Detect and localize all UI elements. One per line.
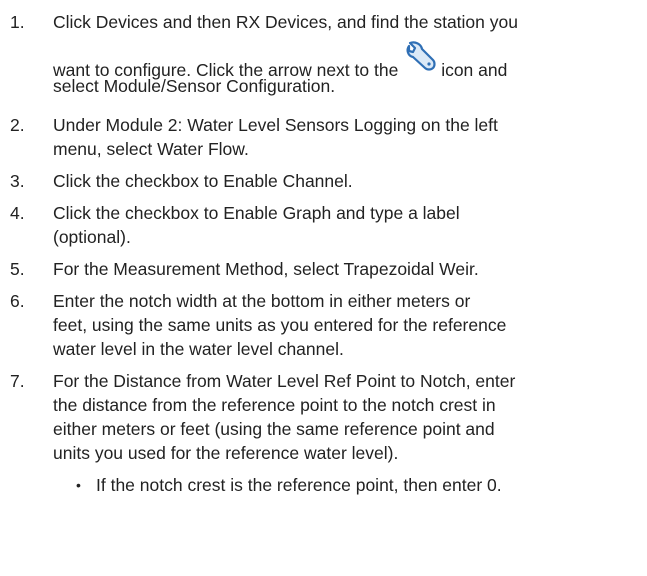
step-number: 4.: [10, 203, 25, 223]
step-text: Click the checkbox to Enable Graph and t…: [53, 201, 638, 249]
step-line-segment: icon and: [441, 60, 508, 80]
step-number: 3.: [10, 171, 25, 191]
step-line: Click the checkbox to Enable Channel.: [53, 171, 353, 191]
step-text: For the Measurement Method, select Trape…: [53, 257, 638, 281]
step-line: feet, using the same units as you entere…: [53, 315, 507, 335]
step-text: Click Devices and then RX Devices, and f…: [53, 10, 638, 98]
step-line: Click the checkbox to Enable Graph and t…: [53, 203, 460, 223]
bullet-dot: •: [76, 477, 81, 493]
step-line: For the Measurement Method, select Trape…: [53, 259, 479, 279]
bullet-text: If the notch crest is the reference poin…: [96, 475, 502, 495]
step-line: the distance from the reference point to…: [53, 395, 496, 415]
step-line: Click Devices and then RX Devices, and f…: [53, 12, 518, 32]
step-text: Click the checkbox to Enable Channel.: [53, 169, 638, 193]
step-line: Enter the notch width at the bottom in e…: [53, 291, 471, 311]
step-text: For the Distance from Water Level Ref Po…: [53, 369, 638, 465]
step-number: 1.: [10, 12, 25, 32]
step-line: either meters or feet (using the same re…: [53, 419, 495, 439]
step-line: menu, select Water Flow.: [53, 139, 249, 159]
step-line: water level in the water level channel.: [53, 339, 344, 359]
step-text: Under Module 2: Water Level Sensors Logg…: [53, 113, 638, 161]
wrench-icon: [403, 40, 441, 72]
step-line: units you used for the reference water l…: [53, 443, 399, 463]
step-line: (optional).: [53, 227, 131, 247]
step-line: Under Module 2: Water Level Sensors Logg…: [53, 115, 498, 135]
step-line: For the Distance from Water Level Ref Po…: [53, 371, 516, 391]
step-number: 2.: [10, 115, 25, 135]
step-number: 5.: [10, 259, 25, 279]
step-number: 7.: [10, 371, 25, 391]
step-number: 6.: [10, 291, 25, 311]
step-text: Enter the notch width at the bottom in e…: [53, 289, 638, 361]
